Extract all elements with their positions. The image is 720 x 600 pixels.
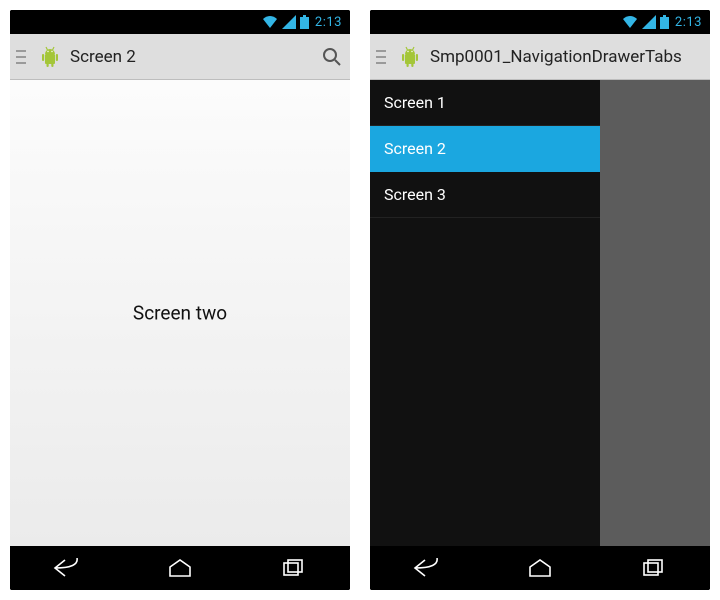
navigation-drawer: Screen 1 Screen 2 Screen 3 (370, 80, 600, 546)
content-dimmed[interactable]: Screen 1 Screen 2 Screen 3 (370, 80, 710, 546)
drawer-item-screen-3[interactable]: Screen 3 (370, 172, 600, 218)
recent-apps-button[interactable] (623, 546, 683, 590)
screen-content-label: Screen two (133, 302, 227, 325)
drawer-toggle-icon[interactable] (376, 48, 390, 66)
home-button[interactable] (510, 546, 570, 590)
app-icon (396, 43, 424, 71)
phone-left: 2:13 Screen 2 (10, 10, 350, 590)
home-button[interactable] (150, 546, 210, 590)
drawer-item-label: Screen 3 (384, 185, 446, 204)
nav-bar (370, 546, 710, 590)
signal-icon (642, 15, 656, 29)
actionbar-title: Smp0001_NavigationDrawerTabs (430, 47, 704, 67)
status-bar: 2:13 (370, 10, 710, 34)
phone-right: 2:13 Smp0001_NavigationD (370, 10, 710, 590)
status-time: 2:13 (675, 15, 702, 30)
action-bar: Screen 2 (10, 34, 350, 80)
status-bar: 2:13 (10, 10, 350, 34)
drawer-item-label: Screen 1 (384, 93, 446, 112)
drawer-item-label: Screen 2 (384, 139, 446, 158)
battery-icon (300, 15, 309, 29)
content-area: Screen two (10, 80, 350, 546)
actionbar-title: Screen 2 (70, 47, 314, 67)
drawer-toggle-icon[interactable] (16, 48, 30, 66)
wifi-icon (622, 15, 638, 29)
drawer-item-screen-2[interactable]: Screen 2 (370, 126, 600, 172)
recent-apps-button[interactable] (263, 546, 323, 590)
nav-bar (10, 546, 350, 590)
action-bar: Smp0001_NavigationDrawerTabs (370, 34, 710, 80)
drawer-item-screen-1[interactable]: Screen 1 (370, 80, 600, 126)
app-icon (36, 43, 64, 71)
status-time: 2:13 (315, 15, 342, 30)
search-icon[interactable] (320, 45, 344, 69)
back-button[interactable] (397, 546, 457, 590)
back-button[interactable] (37, 546, 97, 590)
wifi-icon (262, 15, 278, 29)
signal-icon (282, 15, 296, 29)
battery-icon (660, 15, 669, 29)
